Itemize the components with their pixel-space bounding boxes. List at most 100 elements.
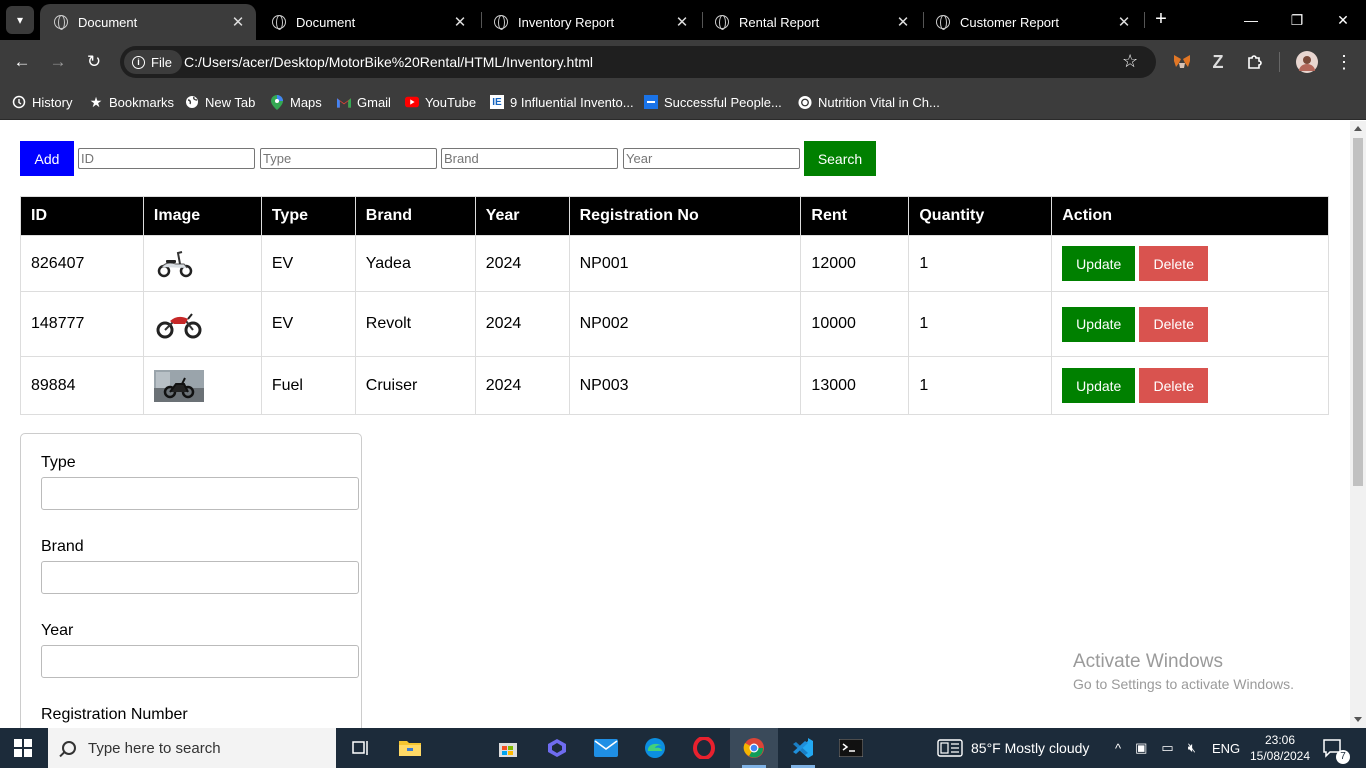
search-button[interactable]: Search xyxy=(804,141,876,176)
microsoft-store-icon[interactable] xyxy=(496,736,520,760)
opera-icon[interactable] xyxy=(692,736,716,760)
brand-label: Brand xyxy=(41,538,84,555)
add-button[interactable]: Add xyxy=(20,141,74,176)
delete-button[interactable]: Delete xyxy=(1139,306,1209,342)
bookmark-maps[interactable]: Maps xyxy=(270,92,322,112)
taskbar-search-placeholder: Type here to search xyxy=(88,739,221,757)
id-search-input[interactable] xyxy=(78,148,255,169)
cell-year: 2024 xyxy=(474,235,570,292)
tab-document-active[interactable]: Document ✕ xyxy=(40,4,256,40)
close-window-button[interactable]: ✕ xyxy=(1320,0,1366,40)
year-search-input[interactable] xyxy=(623,148,800,169)
volume-muted-icon[interactable]: 🔇︎ xyxy=(1188,740,1196,756)
bookmark-successful-people[interactable]: Successful People... xyxy=(644,92,782,112)
maps-pin-icon xyxy=(270,94,284,110)
bookmark-history[interactable]: History xyxy=(12,92,72,112)
tab-rental-report[interactable]: Rental Report ✕ xyxy=(701,4,921,40)
brand-field[interactable] xyxy=(41,561,359,594)
tab-inventory-report[interactable]: Inventory Report ✕ xyxy=(480,4,700,40)
bookmark-star-icon[interactable]: ☆ xyxy=(1122,51,1138,72)
cell-image xyxy=(142,291,262,357)
cell-quantity: 1 xyxy=(908,291,1053,357)
close-icon[interactable]: ✕ xyxy=(670,13,694,31)
kebab-menu-icon[interactable]: ⋮ xyxy=(1332,50,1356,74)
chevron-up-icon[interactable]: ^ xyxy=(1115,741,1121,756)
cell-id: 148777 xyxy=(20,291,144,357)
clock[interactable]: 23:06 15/08/2024 xyxy=(1248,728,1312,768)
globe-icon xyxy=(272,15,286,30)
tab-separator xyxy=(1144,12,1145,28)
site-info-chip[interactable]: i File xyxy=(124,50,182,74)
brand-search-input[interactable] xyxy=(441,148,618,169)
cell-quantity: 1 xyxy=(908,235,1053,292)
chrome-icon[interactable] xyxy=(742,736,766,760)
address-bar[interactable]: i File C:/Users/acer/Desktop/MotorBike%2… xyxy=(120,46,1156,78)
update-button[interactable]: Update xyxy=(1062,368,1136,403)
bookmark-influential-inventory[interactable]: IE 9 Influential Invento... xyxy=(490,92,634,112)
cell-rent: 13000 xyxy=(800,356,910,415)
zotero-z-icon[interactable]: Z xyxy=(1206,50,1230,74)
new-tab-button[interactable]: + xyxy=(1150,8,1172,30)
terminal-icon[interactable] xyxy=(839,736,863,760)
scroll-up-arrow-icon[interactable] xyxy=(1354,126,1362,131)
info-icon: i xyxy=(132,55,145,69)
restore-button[interactable]: ❐ xyxy=(1274,0,1320,40)
browser-toolbar: ← → ↻ i File C:/Users/acer/Desktop/Motor… xyxy=(0,40,1366,84)
task-view-icon[interactable] xyxy=(349,736,373,760)
globe-icon xyxy=(715,15,729,30)
close-icon[interactable]: ✕ xyxy=(1112,13,1136,31)
year-field[interactable] xyxy=(41,645,359,678)
minimize-button[interactable]: — xyxy=(1228,0,1274,40)
weather-widget[interactable]: 85°F Mostly cloudy xyxy=(937,728,1089,768)
close-icon[interactable]: ✕ xyxy=(891,13,915,31)
profile-avatar[interactable] xyxy=(1295,50,1319,74)
back-button[interactable]: ← xyxy=(10,50,34,74)
notifications-button[interactable]: 7 xyxy=(1322,728,1350,768)
bookmark-label: YouTube xyxy=(425,94,477,110)
delete-button[interactable]: Delete xyxy=(1139,368,1209,403)
bookmark-label: History xyxy=(32,94,73,110)
windows-start-icon[interactable] xyxy=(14,739,32,757)
copilot-icon[interactable] xyxy=(545,736,569,760)
metamask-icon[interactable] xyxy=(1170,50,1194,74)
update-button[interactable]: Update xyxy=(1062,246,1136,281)
vscode-icon[interactable] xyxy=(791,736,815,760)
tab-customer-report[interactable]: Customer Report ✕ xyxy=(922,4,1142,40)
table-row: 826407 EV Yadea 2024 NP001 12000 1 Updat… xyxy=(20,235,1329,292)
tab-document[interactable]: Document ✕ xyxy=(258,4,478,40)
reload-button[interactable]: ↻ xyxy=(82,50,106,74)
cell-quantity: 1 xyxy=(908,356,1053,415)
youtube-icon xyxy=(405,95,419,109)
file-explorer-icon[interactable] xyxy=(398,736,422,760)
taskbar-search-box[interactable]: Type here to search xyxy=(48,728,336,768)
delete-button[interactable]: Delete xyxy=(1139,246,1209,281)
bookmark-bookmarks[interactable]: ★ Bookmarks xyxy=(89,92,174,112)
chevron-down-icon: ▾ xyxy=(16,13,24,27)
meet-now-icon[interactable]: ▣ xyxy=(1135,740,1147,756)
cruiser-photo-image xyxy=(153,369,204,402)
type-field[interactable] xyxy=(41,477,359,510)
scrollbar-thumb[interactable] xyxy=(1353,138,1363,486)
bookmark-new-tab[interactable]: New Tab xyxy=(185,92,255,112)
tab-search-button[interactable]: ▾ xyxy=(6,6,34,34)
system-tray: ^ ▣ ▭ 🔇︎ xyxy=(1115,728,1196,768)
scooter-image xyxy=(157,250,193,277)
close-icon[interactable]: ✕ xyxy=(226,13,250,31)
forward-button[interactable]: → xyxy=(46,50,70,74)
extensions-puzzle-icon[interactable] xyxy=(1242,50,1266,74)
star-icon: ★ xyxy=(89,93,103,110)
red-motorbike-image xyxy=(156,313,202,339)
mail-icon[interactable] xyxy=(594,736,618,760)
language-indicator[interactable]: ENG xyxy=(1212,728,1240,768)
edge-browser-icon[interactable] xyxy=(643,736,667,760)
page-scrollbar[interactable] xyxy=(1350,121,1366,728)
bookmark-youtube[interactable]: YouTube xyxy=(405,92,476,112)
bookmark-gmail[interactable]: Gmail xyxy=(337,92,391,112)
scroll-down-arrow-icon[interactable] xyxy=(1354,717,1362,722)
bookmark-nutrition[interactable]: Nutrition Vital in Ch... xyxy=(798,92,940,112)
url-text[interactable]: C:/Users/acer/Desktop/MotorBike%20Rental… xyxy=(184,54,593,70)
close-icon[interactable]: ✕ xyxy=(448,13,472,31)
update-button[interactable]: Update xyxy=(1062,306,1136,342)
battery-icon[interactable]: ▭ xyxy=(1161,740,1173,756)
type-search-input[interactable] xyxy=(260,148,437,169)
